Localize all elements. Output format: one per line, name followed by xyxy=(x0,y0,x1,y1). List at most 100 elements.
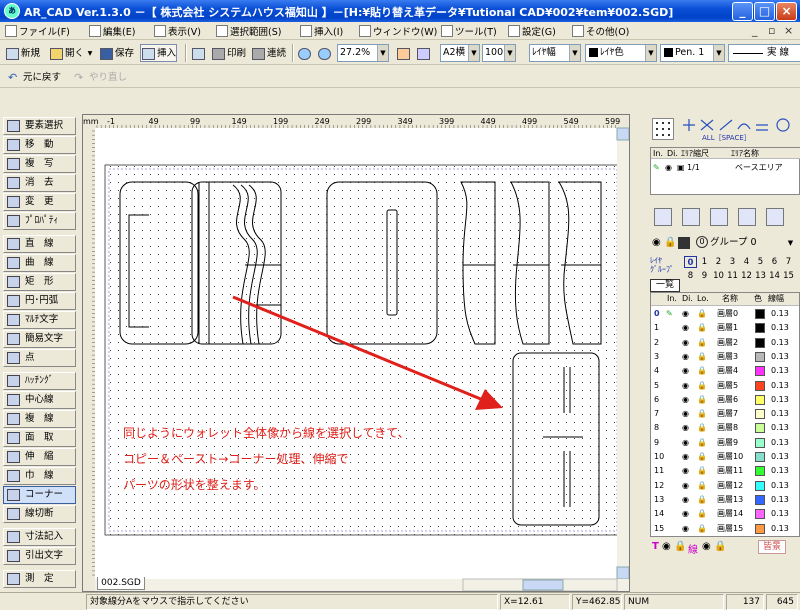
layer-row[interactable]: 11 ◉ 🔒 画層11 0.13 xyxy=(651,465,799,478)
layer-row[interactable]: 9 ◉ 🔒 画層9 0.13 xyxy=(651,437,799,450)
tool-button[interactable]: 矩 形 xyxy=(3,273,76,291)
tool-button[interactable]: 面 取 xyxy=(3,429,76,447)
scroll-thumb[interactable] xyxy=(522,579,564,591)
tool-button[interactable]: 直 線 xyxy=(3,235,76,253)
maximize-button[interactable]: □ xyxy=(754,2,775,21)
tool-button[interactable]: 中心線 xyxy=(3,391,76,409)
layer-row[interactable]: 7 ◉ 🔒 画層7 0.13 xyxy=(651,408,799,421)
group-combo[interactable]: 0 グループ 0 ▼ xyxy=(696,235,796,253)
layer-row[interactable]: 5 ◉ 🔒 画層5 0.13 xyxy=(651,380,799,393)
layer-row[interactable]: 10 ◉ 🔒 画層10 0.13 xyxy=(651,451,799,464)
layer-tool-4[interactable] xyxy=(738,208,756,226)
save-button[interactable]: 保存 xyxy=(98,44,135,62)
insert-button[interactable]: 挿入 xyxy=(140,44,178,62)
paper-size-combo[interactable]: A2横 ▼ xyxy=(440,44,480,62)
tool-button[interactable]: 移 動 xyxy=(3,136,76,154)
layer-group-number[interactable]: 6 xyxy=(768,256,781,268)
zoom-out-button[interactable] xyxy=(316,44,334,62)
layer-row[interactable]: 6 ◉ 🔒 画層6 0.13 xyxy=(651,394,799,407)
redraw-button[interactable] xyxy=(415,44,433,62)
tool-button[interactable]: 寸法記入 xyxy=(3,528,76,546)
new-button[interactable]: 新規 xyxy=(4,44,41,62)
app-icon[interactable]: ぁ xyxy=(4,3,20,19)
tool-button[interactable]: 複 写 xyxy=(3,155,76,173)
line-type-combo[interactable]: 実 線 xyxy=(728,44,800,62)
drawing-canvas[interactable]: -1 49 99 149 199 249 299 349 399 449 499 549 599 mm xyxy=(82,114,630,592)
menu-edit[interactable]: 編集(E) xyxy=(88,24,135,39)
tool-button[interactable]: ﾊｯﾁﾝｸﾞ xyxy=(3,372,76,390)
tool-button[interactable]: 伸 縮 xyxy=(3,448,76,466)
scale-combo[interactable]: 100 ▼ xyxy=(482,44,516,62)
layer-row[interactable]: 4 ◉ 🔒 画層4 0.13 xyxy=(651,365,799,378)
layer-group-number[interactable]: 1 xyxy=(698,256,711,268)
layer-group-number[interactable]: 9 xyxy=(698,270,711,282)
layer-group-number[interactable]: 14 xyxy=(768,270,781,282)
layer-group-number[interactable]: 3 xyxy=(726,256,739,268)
layer-group-number[interactable]: 5 xyxy=(754,256,767,268)
layer-row[interactable]: 14 ◉ 🔒 画層14 0.13 xyxy=(651,508,799,521)
layer-group-number[interactable]: 11 xyxy=(726,270,739,282)
layer-group-number[interactable]: 13 xyxy=(754,270,767,282)
menu-other[interactable]: その他(O) xyxy=(571,24,629,39)
layer-group-number[interactable]: 7 xyxy=(782,256,795,268)
tool-button[interactable]: 引出文字 xyxy=(3,547,76,565)
tool-button[interactable]: 測 定 xyxy=(3,570,76,588)
color-combo[interactable]: ﾚｲﾔ色 ▼ xyxy=(585,44,657,62)
document-tab[interactable]: 002.SGD xyxy=(97,577,145,590)
menu-tools[interactable]: ツール(T) xyxy=(440,24,497,39)
arc-snap-icon[interactable] xyxy=(737,123,751,130)
line-snap-icon[interactable] xyxy=(719,119,733,131)
mdi-minimize-button[interactable]: _ xyxy=(752,24,758,37)
pan-button[interactable] xyxy=(395,44,413,62)
layer-group-number[interactable]: 2 xyxy=(712,256,725,268)
tool-button[interactable]: 複 線 xyxy=(3,410,76,428)
tool-button[interactable]: 簡易文字 xyxy=(3,330,76,348)
menu-window[interactable]: ウィンドウ(W) xyxy=(358,24,437,39)
pen-combo[interactable]: Pen. 1 ▼ xyxy=(660,44,725,62)
layer-row[interactable]: 2 ◉ 🔒 画層2 0.13 xyxy=(651,337,799,350)
area-row[interactable]: ✎ ◉ ▣ 1/1 ベースエリア xyxy=(651,162,800,173)
layer-tool-3[interactable] xyxy=(710,208,728,226)
continuous-print-button[interactable]: 連続 xyxy=(250,44,287,62)
layer-tool-2[interactable] xyxy=(682,208,700,226)
layer-row[interactable]: 12 ◉ 🔒 画層12 0.13 xyxy=(651,480,799,493)
lock-icon[interactable]: 🔒 xyxy=(674,541,686,552)
menu-view[interactable]: 表示(V) xyxy=(153,24,201,39)
lock-icon[interactable]: 🔒 xyxy=(714,541,726,552)
mdi-restore-button[interactable]: ▫ xyxy=(768,24,775,37)
redo-button[interactable]: ↷ やり直し xyxy=(72,68,128,86)
menu-select-range[interactable]: 選択範囲(S) xyxy=(215,24,281,39)
tool-button[interactable]: 線切断 xyxy=(3,505,76,523)
print-button[interactable]: 印刷 xyxy=(210,44,247,62)
open-dropdown-button[interactable]: ▾ xyxy=(84,44,96,62)
vertical-scrollbar[interactable] xyxy=(617,128,629,579)
layer-group-number[interactable]: 4 xyxy=(740,256,753,268)
layer-group-number[interactable]: 12 xyxy=(740,270,753,282)
tool-button[interactable]: 曲 線 xyxy=(3,254,76,272)
eye-icon[interactable]: ◉ xyxy=(702,541,711,552)
undo-button[interactable]: ↶ 元に戻す xyxy=(6,68,62,86)
tool-button[interactable]: ﾏﾙﾁ文字 xyxy=(3,311,76,329)
scroll-up-button[interactable] xyxy=(616,127,629,141)
zoom-combo[interactable]: 27.2% ▼ xyxy=(337,44,389,62)
close-button[interactable]: × xyxy=(776,2,797,21)
open-button[interactable]: 開く xyxy=(48,44,85,62)
circle-snap-icon[interactable] xyxy=(776,118,790,132)
canvas-svg[interactable]: -1 49 99 149 199 249 299 349 399 449 499 549 599 mm xyxy=(83,115,629,591)
layer-tool-1[interactable] xyxy=(654,208,672,226)
layer-group-number[interactable]: 0 xyxy=(684,256,697,268)
menu-file[interactable]: ファイル(F) xyxy=(4,24,70,39)
layer-row[interactable]: 0 ✎ ◉ 🔒 画層0 0.13 xyxy=(651,308,799,321)
layer-row[interactable]: 8 ◉ 🔒 画層8 0.13 xyxy=(651,422,799,435)
preview-button[interactable] xyxy=(190,44,208,62)
minimize-button[interactable]: _ xyxy=(732,2,753,21)
tool-button[interactable]: 巾 線 xyxy=(3,467,76,485)
eye-icon[interactable]: ◉ xyxy=(662,541,671,552)
mdi-close-button[interactable]: × xyxy=(784,24,793,37)
layer-list-button[interactable]: 一覧 xyxy=(650,279,680,292)
layer-group-number[interactable]: 15 xyxy=(782,270,795,282)
layer-group-number[interactable]: 10 xyxy=(712,270,725,282)
tool-button[interactable]: 円･円弧 xyxy=(3,292,76,310)
menu-settings[interactable]: 設定(G) xyxy=(507,24,556,39)
intersection-snap-icon[interactable] xyxy=(683,119,695,131)
